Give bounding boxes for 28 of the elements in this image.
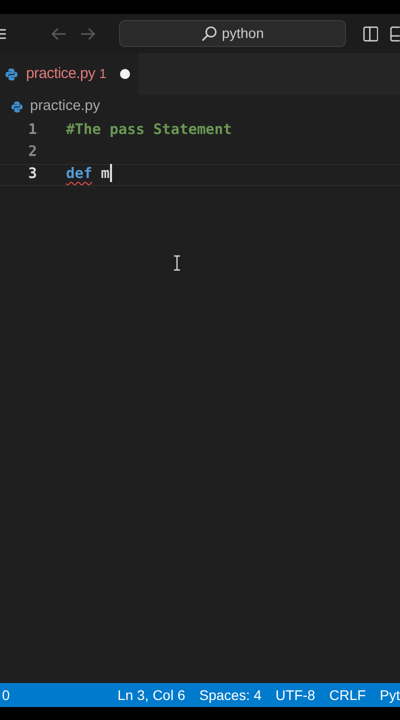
text-cursor-icon — [173, 255, 181, 271]
line-number: 2 — [27, 143, 37, 162]
code-token: def — [66, 165, 92, 184]
search-text: python — [222, 24, 264, 43]
back-arrow-icon[interactable] — [50, 26, 66, 40]
problem-count: 1 — [99, 65, 106, 84]
search-field[interactable]: python — [119, 20, 346, 47]
breadcrumb[interactable]: practice.py — [30, 96, 100, 118]
code-token: #The pass Statement — [66, 121, 232, 140]
status-item[interactable]: UTF-8 — [276, 684, 316, 706]
status-item[interactable]: Ln 3, Col 6 — [118, 684, 186, 706]
panel-layout-icon[interactable] — [362, 26, 378, 42]
panel-layout-icon[interactable] — [390, 26, 400, 42]
text-caret — [110, 164, 112, 182]
line-number: 1 — [27, 121, 37, 140]
status-item[interactable]: Pyt — [380, 684, 400, 706]
line-number: 3 — [27, 165, 37, 184]
python-file-icon — [5, 68, 18, 80]
status-item[interactable]: Spaces: 4 — [199, 684, 262, 706]
editor-tab[interactable]: practice.py 1 — [0, 53, 138, 95]
menu-icon[interactable] — [0, 28, 6, 40]
code-token: m — [100, 165, 110, 184]
forward-arrow-icon[interactable] — [80, 26, 96, 40]
tab-label: practice.py — [26, 64, 96, 84]
status-item[interactable]: 0 — [2, 684, 10, 706]
status-item[interactable]: CRLF — [329, 684, 366, 706]
python-file-icon — [11, 101, 23, 113]
search-icon — [200, 26, 217, 42]
